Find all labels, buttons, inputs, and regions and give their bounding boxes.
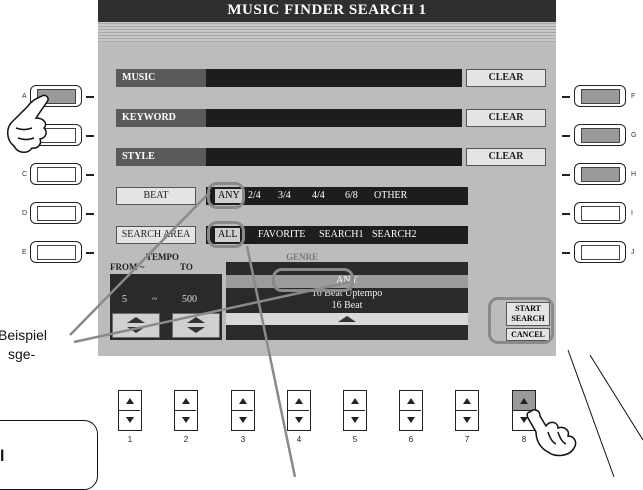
caption-line-2: sge- [8, 346, 36, 362]
pointing-hand-icon [7, 94, 49, 153]
pointing-hand-icon-2 [526, 409, 577, 457]
caption-line-1: Beispiel [0, 327, 48, 343]
note-box-text: l [0, 448, 5, 465]
note-box [0, 420, 98, 490]
